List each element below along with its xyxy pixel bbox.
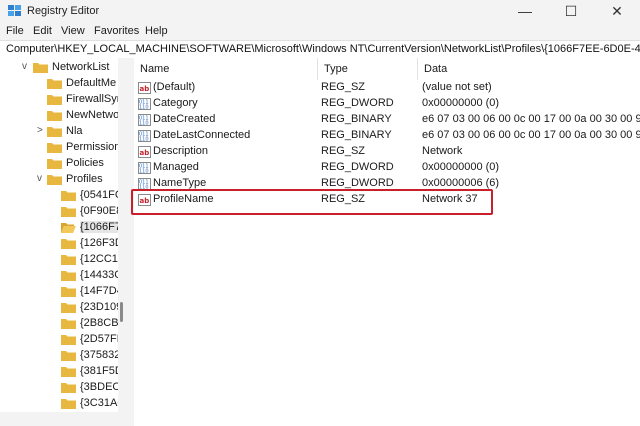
folder-icon	[47, 95, 62, 105]
tree-vertical-scrollbar[interactable]	[118, 58, 126, 412]
folder-icon	[47, 143, 62, 153]
binary-value-icon: 011110	[138, 162, 151, 174]
key-tree[interactable]: v NetworkList DefaultMe FirewallSyn NewN…	[0, 58, 118, 412]
value-data: 0x00000000 (0)	[422, 97, 500, 109]
close-button[interactable]: ✕	[594, 0, 640, 22]
svg-text:110: 110	[139, 105, 149, 111]
menu-file[interactable]: File	[6, 25, 24, 37]
value-name: (Default)	[153, 81, 196, 93]
pane-splitter[interactable]	[126, 58, 134, 426]
value-type: REG_DWORD	[321, 161, 394, 173]
menu-bar: File Edit View Favorites Help	[0, 22, 640, 40]
minimize-button[interactable]: —	[502, 0, 548, 22]
binary-value-icon: 011110	[138, 130, 151, 142]
tree-scrollbar-thumb[interactable]	[120, 302, 123, 322]
folder-icon	[61, 399, 76, 409]
values-list[interactable]: Name Type Data ab (Default) REG_SZ (valu…	[134, 58, 640, 426]
highlight-box	[131, 189, 493, 215]
folder-icon	[61, 335, 76, 345]
folder-icon	[47, 111, 62, 121]
folder-icon	[47, 159, 62, 169]
value-type: REG_SZ	[321, 145, 366, 157]
value-type: REG_DWORD	[321, 177, 394, 189]
registry-editor-icon	[8, 5, 21, 16]
binary-value-icon: 011110	[138, 98, 151, 110]
table-row[interactable]: 011 110 Managed REG_DWORD 0x00000000 (0)	[134, 160, 640, 176]
value-data: e6 07 03 00 06 00 0c 00 17 00 0a 00 30 0…	[422, 113, 640, 125]
title-bar: Registry Editor — ☐ ✕	[0, 0, 640, 22]
value-data: 0x00000006 (6)	[422, 177, 500, 189]
value-name: Description	[153, 145, 209, 157]
menu-favorites[interactable]: Favorites	[94, 25, 139, 37]
folder-icon	[61, 191, 76, 201]
value-data: 0x00000000 (0)	[422, 161, 500, 173]
chevron-down-icon[interactable]: v	[37, 173, 42, 184]
folder-icon	[33, 63, 48, 73]
svg-text:110: 110	[139, 169, 149, 175]
folder-icon	[47, 175, 62, 185]
column-header-type[interactable]: Type	[318, 58, 418, 80]
svg-text:ab: ab	[140, 149, 150, 157]
value-data: (value not set)	[422, 81, 492, 93]
menu-view[interactable]: View	[61, 25, 85, 37]
value-type: REG_BINARY	[321, 129, 392, 141]
svg-text:110: 110	[139, 121, 149, 127]
value-name: DateCreated	[153, 113, 216, 125]
folder-icon	[61, 239, 76, 249]
folder-icon	[61, 303, 76, 313]
folder-icon	[47, 127, 62, 137]
folder-icon	[61, 383, 76, 393]
value-type: REG_BINARY	[321, 113, 392, 125]
value-type: REG_DWORD	[321, 97, 394, 109]
address-path: Computer\HKEY_LOCAL_MACHINE\SOFTWARE\Mic…	[6, 43, 640, 55]
value-type: REG_SZ	[321, 81, 366, 93]
value-data: Network	[422, 145, 463, 157]
value-name: DateLastConnected	[153, 129, 251, 141]
maximize-button[interactable]: ☐	[548, 0, 594, 22]
folder-icon	[61, 287, 76, 297]
table-row[interactable]: ab (Default) REG_SZ (value not set)	[134, 80, 640, 96]
menu-edit[interactable]: Edit	[33, 25, 52, 37]
folder-icon	[47, 79, 62, 89]
column-header-data[interactable]: Data	[418, 58, 640, 80]
string-value-icon: ab	[138, 146, 151, 158]
folder-icon	[61, 367, 76, 377]
value-name: Managed	[153, 161, 199, 173]
tree-horizontal-scrollbar[interactable]	[0, 412, 126, 426]
address-bar[interactable]: Computer\HKEY_LOCAL_MACHINE\SOFTWARE\Mic…	[0, 40, 640, 59]
table-row[interactable]: 011 110 Category REG_DWORD 0x00000000 (0)	[134, 96, 640, 112]
folder-icon	[61, 271, 76, 281]
folder-icon	[61, 207, 76, 217]
table-row[interactable]: ab Description REG_SZ Network	[134, 144, 640, 160]
chevron-down-icon[interactable]: v	[22, 61, 27, 72]
chevron-right-icon[interactable]: >	[37, 125, 43, 136]
svg-text:ab: ab	[140, 85, 150, 93]
folder-icon	[61, 255, 76, 265]
column-header-name[interactable]: Name	[134, 58, 318, 80]
window-title: Registry Editor	[27, 5, 100, 17]
value-name: Category	[153, 97, 198, 109]
string-value-icon: ab	[138, 82, 151, 94]
folder-icon	[61, 319, 76, 329]
folder-open-icon	[61, 223, 76, 233]
value-data: e6 07 03 00 06 00 0c 00 17 00 0a 00 30 0…	[422, 129, 640, 141]
svg-text:110: 110	[139, 137, 149, 143]
menu-help[interactable]: Help	[145, 25, 168, 37]
folder-icon	[61, 351, 76, 361]
binary-value-icon: 011110	[138, 114, 151, 126]
value-name: NameType	[153, 177, 207, 189]
table-row[interactable]: 011 110 DateLastConnected REG_BINARY e6 0…	[134, 128, 640, 144]
table-row[interactable]: 011 110 DateCreated REG_BINARY e6 07 03 0…	[134, 112, 640, 128]
